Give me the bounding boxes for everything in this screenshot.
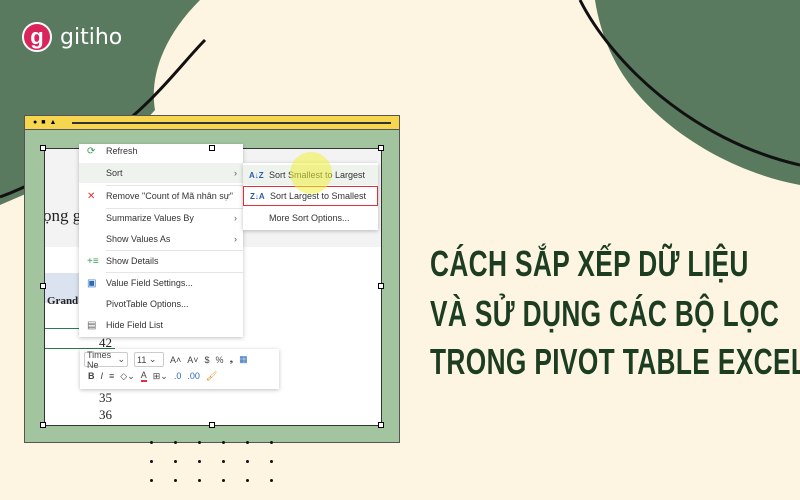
logo-mark: g [22,22,52,52]
mini-toolbar: Times Ne ⌄ 11 ⌄ A˄ A˅ $ % ❟ ▦ B I ≡ ◇⌄ A … [80,349,279,389]
refresh-icon: ⟳ [87,145,96,157]
menu-item-show-details[interactable]: +≡ Show Details [79,251,243,271]
fill-color-icon[interactable]: ◇⌄ [120,371,134,382]
resize-handle[interactable] [378,283,384,289]
cell-value[interactable]: 36 [99,407,112,423]
format-painter-icon[interactable]: 🖌 [206,371,217,382]
currency-icon[interactable]: $ [205,355,210,365]
font-size: 11 [137,354,147,365]
window-titlebar: ● ■ ▲ [25,116,399,130]
cell-value[interactable]: 35 [99,390,112,406]
decrease-font-icon[interactable]: A˅ [187,355,198,365]
heading-fragment: ọng g [44,206,82,225]
field-list-icon: ▤ [87,319,97,331]
percent-icon[interactable]: % [216,355,224,365]
font-size-select[interactable]: 11 ⌄ [134,352,164,367]
comma-style-icon[interactable]: ❟ [230,354,234,365]
menu-label: Sort [106,168,123,178]
menu-item-hide-field-list[interactable]: ▤ Hide Field List [79,315,243,335]
menu-label: More Sort Options... [269,213,350,223]
font-color-icon[interactable]: A [140,370,147,382]
square-icon: ■ [41,119,46,126]
chevron-right-icon: › [234,213,237,223]
menu-item-sort[interactable]: Sort › [79,163,243,183]
italic-icon[interactable]: I [101,371,104,381]
show-details-icon: +≡ [87,255,99,267]
decrease-decimal-icon[interactable]: .00 [187,371,200,381]
menu-item-value-field-settings[interactable]: ▣ Value Field Settings... [79,273,243,293]
menu-label: Show Details [106,256,159,266]
format-table-icon[interactable]: ▦ [239,354,248,365]
font-name-select[interactable]: Times Ne ⌄ [84,349,128,370]
headline-line-2: VÀ SỬ DỤNG CÁC BỘ LỌC [430,293,780,334]
borders-icon[interactable]: ⊞⌄ [153,371,168,382]
resize-handle[interactable] [40,283,46,289]
gitiho-logo: g gitiho [22,22,122,52]
titlebar-line [72,121,391,124]
align-center-icon[interactable]: ≡ [109,371,114,381]
triangle-icon: ▲ [49,119,57,126]
grand-total-label: Grand [47,295,79,307]
resize-handle[interactable] [378,422,384,428]
menu-label: Value Field Settings... [106,278,193,288]
menu-item-pivottable-options[interactable]: PivotTable Options... [79,294,243,314]
menu-label: Refresh [106,146,138,156]
menu-item-remove[interactable]: ✕ Remove "Count of Mã nhân sự" [79,186,243,206]
headline-line-1: CÁCH SẮP XẾP DỮ LIỆU [430,243,749,284]
menu-item-show-values-as[interactable]: Show Values As › [79,229,243,249]
menu-label: PivotTable Options... [106,299,189,309]
chevron-right-icon: › [234,234,237,244]
context-menu: ⟳ Refresh Sort › ✕ Remove "Count of Mã nhân… [79,144,243,337]
cursor-highlight [290,152,332,194]
sort-descending-icon: Z↓A [250,191,265,201]
menu-label: Hide Field List [106,320,164,330]
resize-handle[interactable] [209,145,215,151]
bold-icon[interactable]: B [88,371,95,381]
menu-label: Show Values As [106,234,171,244]
more-sort-options-item[interactable]: More Sort Options... [243,208,378,228]
font-name: Times Ne [87,349,112,370]
menu-label: Remove "Count of Mã nhân sự" [106,191,233,201]
resize-handle[interactable] [40,422,46,428]
increase-font-icon[interactable]: A˄ [170,355,181,365]
resize-handle[interactable] [40,145,46,151]
resize-handle[interactable] [378,145,384,151]
chevron-right-icon: › [234,168,237,178]
menu-label: Summarize Values By [106,213,194,223]
headline-line-3: TRONG PIVOT TABLE EXCEL [430,341,800,382]
resize-handle[interactable] [209,422,215,428]
menu-item-refresh[interactable]: ⟳ Refresh [79,141,243,161]
dot-pattern [150,441,274,482]
menu-item-summarize[interactable]: Summarize Values By › [79,208,243,228]
increase-decimal-icon[interactable]: .0 [174,371,182,381]
field-settings-icon: ▣ [87,277,97,289]
logo-text: gitiho [60,24,123,50]
circle-icon: ● [33,119,38,126]
remove-icon: ✕ [87,190,96,202]
sort-ascending-icon: A↓Z [249,170,264,180]
